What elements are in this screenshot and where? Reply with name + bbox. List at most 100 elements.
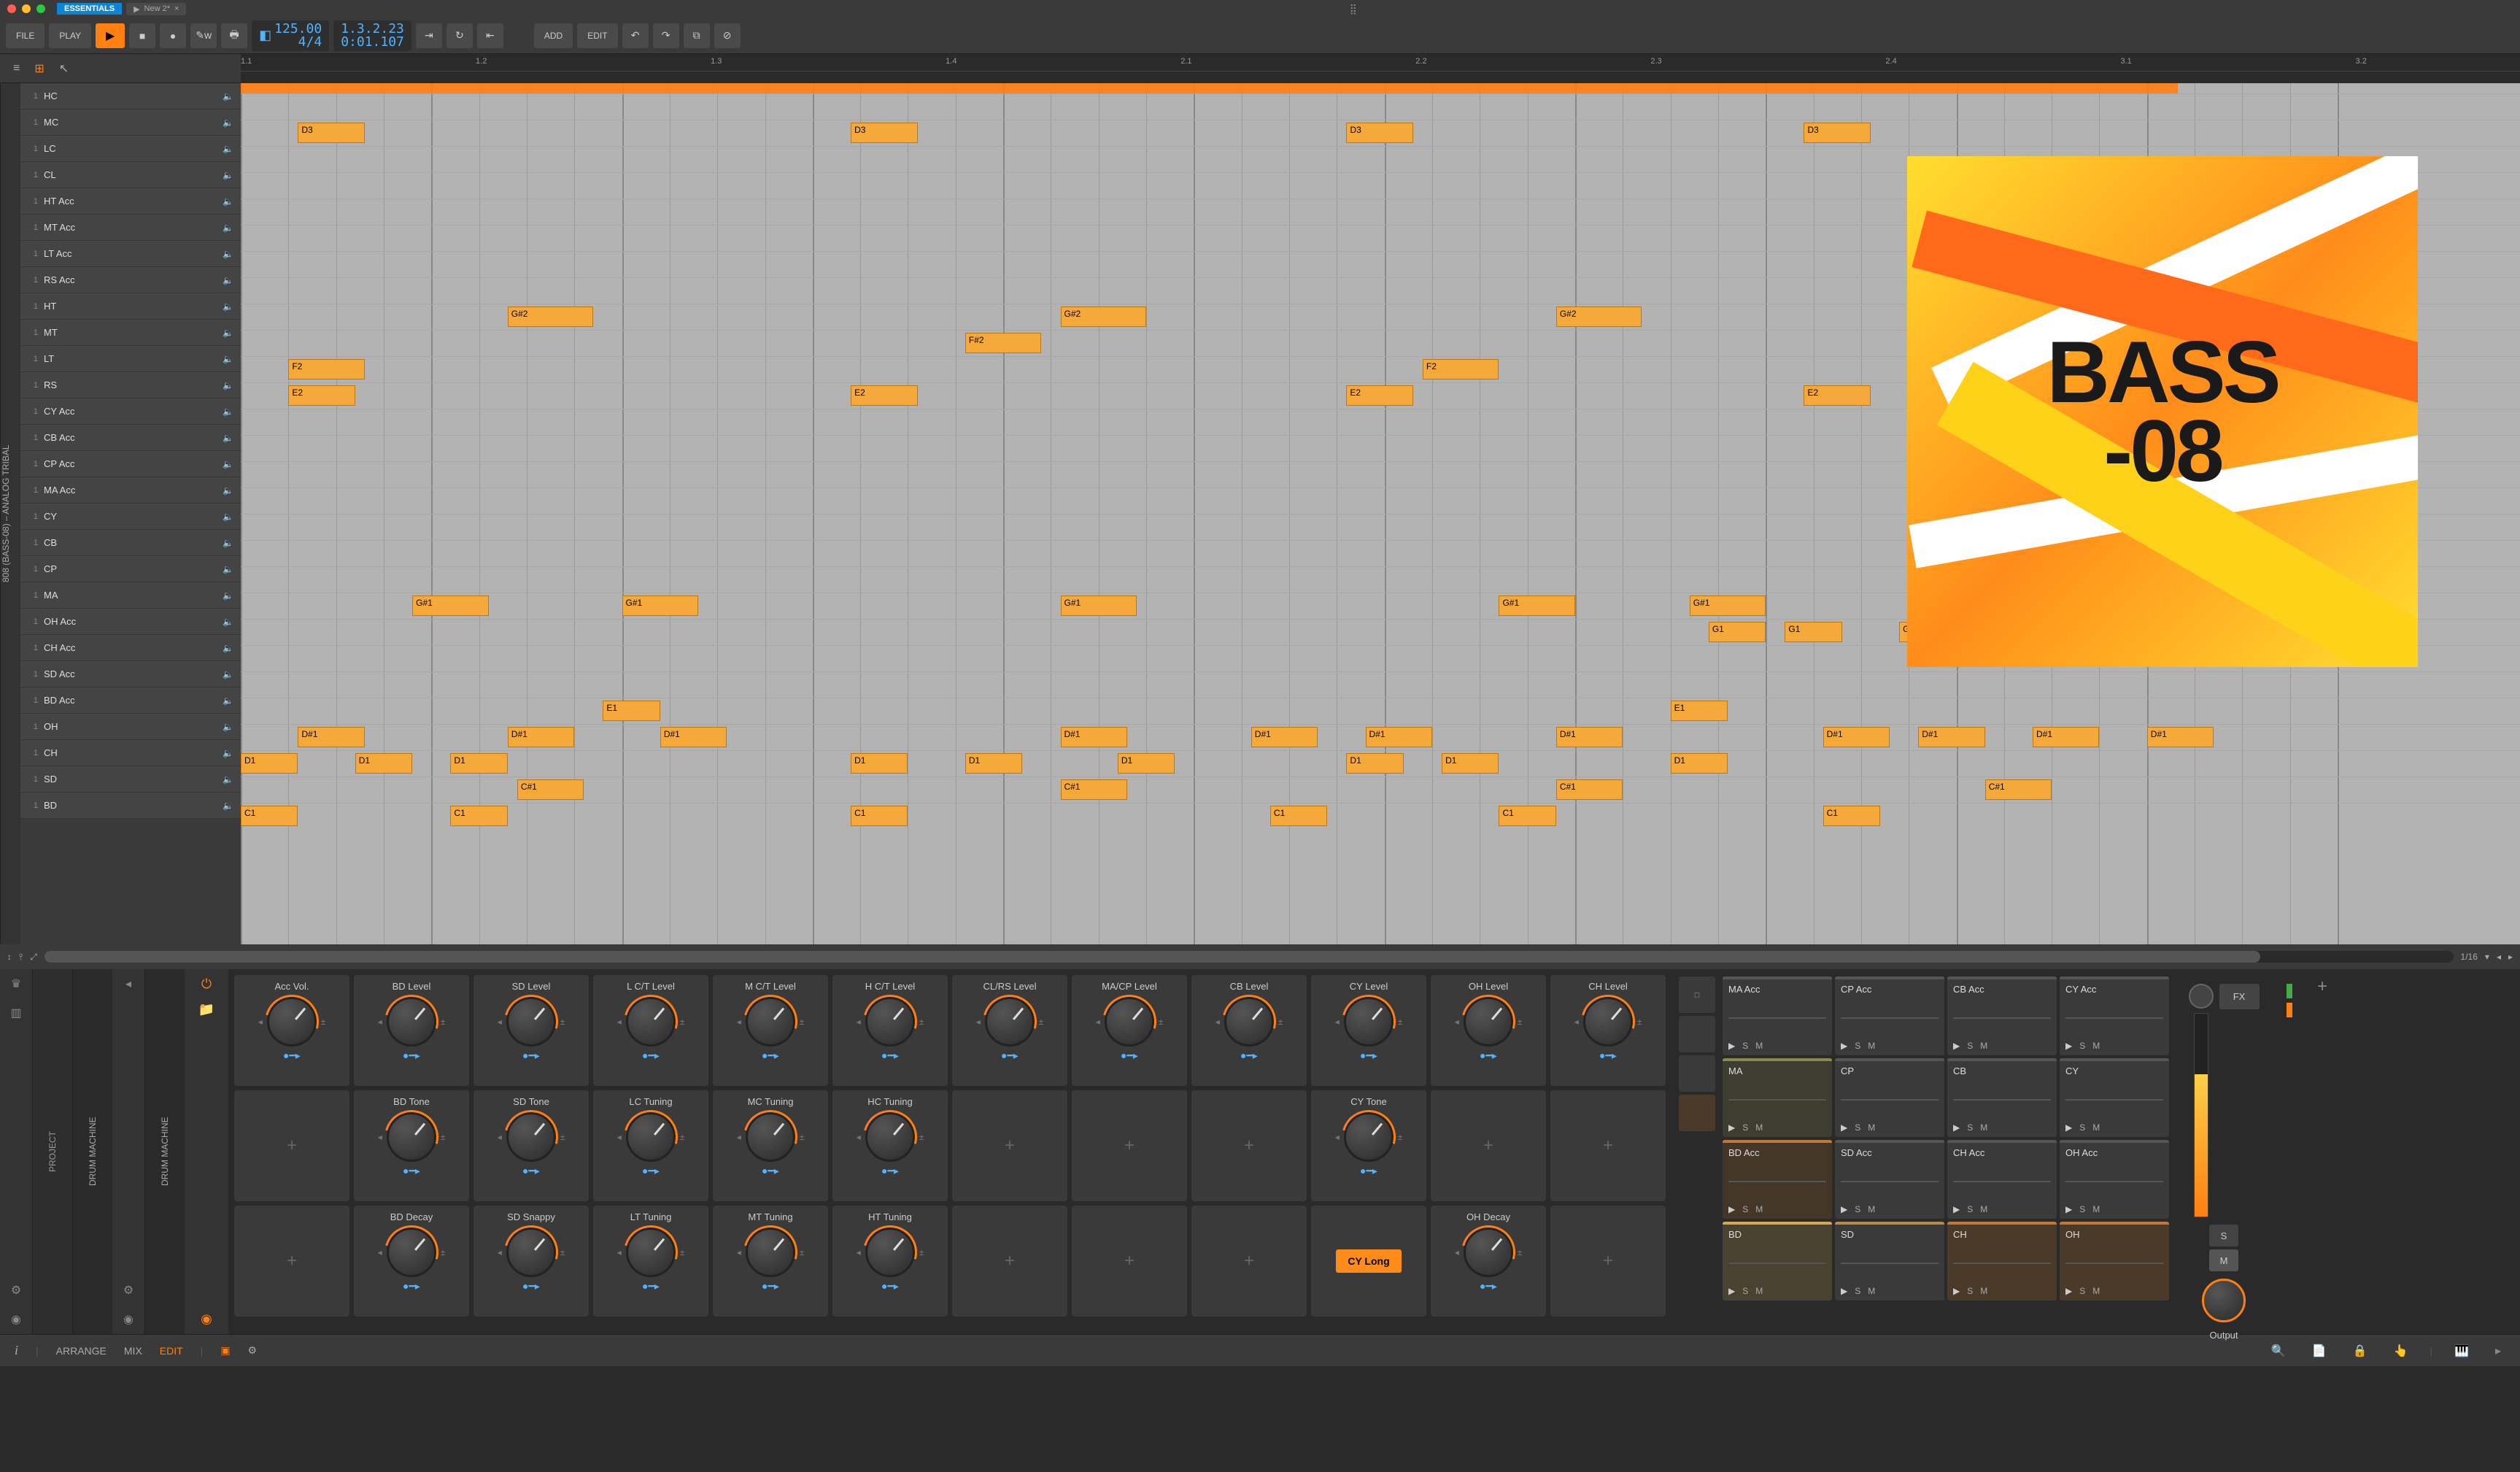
- midi-note[interactable]: C#1: [1556, 779, 1623, 800]
- drum-pad[interactable]: CP ▶ S M: [1835, 1058, 1944, 1137]
- midi-note[interactable]: F2: [288, 359, 365, 379]
- midi-note[interactable]: D1: [241, 753, 298, 774]
- track-row[interactable]: 1MC🔈: [20, 109, 241, 136]
- speaker-icon[interactable]: 🔈: [223, 249, 233, 259]
- knob-cell[interactable]: SD Level ◂ ± ●━▸: [474, 975, 589, 1086]
- pad-page-1[interactable]: ◻: [1679, 976, 1715, 1013]
- modulation-indicator[interactable]: ●━▸: [1480, 1280, 1497, 1292]
- pad-play-icon[interactable]: ▶: [2065, 1122, 2072, 1133]
- midi-note[interactable]: D#1: [1823, 727, 1890, 747]
- midi-note[interactable]: G1: [1785, 622, 1841, 642]
- track-row[interactable]: 1CY Acc🔈: [20, 398, 241, 425]
- track-row[interactable]: 1LT Acc🔈: [20, 241, 241, 267]
- knob[interactable]: [267, 997, 317, 1047]
- knob-cell[interactable]: MC Tuning ◂ ± ●━▸: [713, 1090, 828, 1201]
- add-modulator-slot[interactable]: +: [1191, 1206, 1307, 1317]
- knob[interactable]: [387, 997, 436, 1047]
- midi-note[interactable]: D#1: [1366, 727, 1432, 747]
- pad-mute[interactable]: M: [1980, 1122, 1987, 1133]
- modulation-indicator[interactable]: ●━▸: [762, 1049, 779, 1062]
- track-row[interactable]: 1MT🔈: [20, 320, 241, 346]
- pad-solo[interactable]: S: [1742, 1041, 1748, 1051]
- pad-play-icon[interactable]: ▶: [2065, 1041, 2072, 1051]
- knob-cell[interactable]: SD Tone ◂ ± ●━▸: [474, 1090, 589, 1201]
- midi-note[interactable]: G#1: [1690, 596, 1766, 616]
- speaker-icon[interactable]: 🔈: [223, 406, 233, 417]
- midi-note[interactable]: F#2: [965, 333, 1042, 353]
- speaker-icon[interactable]: 🔈: [223, 170, 233, 180]
- knob-plus[interactable]: ±: [680, 1017, 685, 1027]
- midi-note[interactable]: G#1: [412, 596, 489, 616]
- pad-solo[interactable]: S: [1855, 1286, 1860, 1296]
- knob-cell[interactable]: CL/RS Level ◂ ± ●━▸: [952, 975, 1067, 1086]
- pad-solo[interactable]: S: [1742, 1204, 1748, 1214]
- add-modulator-slot[interactable]: +: [1431, 1090, 1546, 1201]
- add-modulator-slot[interactable]: +: [1072, 1090, 1187, 1201]
- speaker-icon[interactable]: 🔈: [223, 328, 233, 338]
- tempo-value[interactable]: 125.00: [274, 23, 322, 36]
- track-row[interactable]: 1BD Acc🔈: [20, 687, 241, 714]
- knob[interactable]: [865, 1228, 915, 1277]
- delete-button[interactable]: ⊘: [714, 23, 741, 48]
- knob-cell[interactable]: CY Tone ◂ ± ●━▸: [1311, 1090, 1426, 1201]
- midi-note[interactable]: D3: [1346, 123, 1412, 143]
- settings-icon[interactable]: ⚙: [11, 1283, 21, 1298]
- knob[interactable]: [387, 1112, 436, 1162]
- loop-icon[interactable]: ↻: [447, 23, 473, 48]
- knob-cell[interactable]: MA/CP Level ◂ ± ●━▸: [1072, 975, 1187, 1086]
- midi-note[interactable]: E2: [288, 385, 355, 406]
- position-display[interactable]: 1.3.2.23 0:01.107: [333, 20, 411, 51]
- pad-play-icon[interactable]: ▶: [1728, 1204, 1735, 1214]
- midi-note[interactable]: G#2: [1061, 307, 1147, 327]
- knob-minus[interactable]: ◂: [378, 1247, 382, 1257]
- folder-icon[interactable]: 📁: [198, 1002, 214, 1017]
- knob-minus[interactable]: ◂: [1455, 1017, 1459, 1027]
- knob-minus[interactable]: ◂: [737, 1247, 741, 1257]
- knob-minus[interactable]: ◂: [1215, 1017, 1220, 1027]
- knob-cell[interactable]: HT Tuning ◂ ± ●━▸: [832, 1206, 948, 1317]
- midi-note[interactable]: E2: [1346, 385, 1412, 406]
- track-row[interactable]: 1CY🔈: [20, 504, 241, 530]
- track-row[interactable]: 1CP Acc🔈: [20, 451, 241, 477]
- add-modulator-slot[interactable]: +: [1550, 1090, 1666, 1201]
- knob[interactable]: [1224, 997, 1274, 1047]
- pad-play-icon[interactable]: ▶: [1728, 1286, 1735, 1296]
- speaker-icon[interactable]: 🔈: [223, 91, 233, 101]
- midi-note[interactable]: E2: [1804, 385, 1870, 406]
- midi-note[interactable]: D1: [1442, 753, 1499, 774]
- knob[interactable]: [1344, 997, 1394, 1047]
- pad-play-icon[interactable]: ▶: [2065, 1204, 2072, 1214]
- knob-plus[interactable]: ±: [560, 1247, 565, 1257]
- track-row[interactable]: 1HT🔈: [20, 293, 241, 320]
- midi-note[interactable]: D1: [450, 753, 507, 774]
- speaker-icon[interactable]: 🔈: [223, 459, 233, 469]
- drum-pad[interactable]: CH Acc ▶ S M: [1947, 1140, 2057, 1219]
- knob-minus[interactable]: ◂: [378, 1132, 382, 1142]
- knob-plus[interactable]: ±: [800, 1017, 805, 1027]
- overdub-button[interactable]: 🖶: [221, 23, 247, 48]
- pad-mute[interactable]: M: [2092, 1041, 2100, 1051]
- modulation-indicator[interactable]: ●━▸: [522, 1280, 540, 1292]
- midi-note[interactable]: D#1: [1918, 727, 1984, 747]
- knob-plus[interactable]: ±: [1518, 1247, 1523, 1257]
- pad-mute[interactable]: M: [1755, 1041, 1763, 1051]
- output-knob[interactable]: [2202, 1279, 2246, 1322]
- drum-pad[interactable]: CB Acc ▶ S M: [1947, 976, 2057, 1055]
- midi-note[interactable]: D#1: [508, 727, 574, 747]
- midi-note[interactable]: D#1: [298, 727, 364, 747]
- drum-pad[interactable]: BD ▶ S M: [1723, 1222, 1832, 1300]
- track-row[interactable]: 1CL🔈: [20, 162, 241, 188]
- knob-plus[interactable]: ±: [441, 1017, 446, 1027]
- pad-solo[interactable]: S: [1967, 1041, 1973, 1051]
- automation-write-button[interactable]: ✎ᴡ: [190, 23, 217, 48]
- zoom-menu-icon[interactable]: ▾: [2485, 952, 2489, 962]
- track-row[interactable]: 1LT🔈: [20, 346, 241, 372]
- knob-cell[interactable]: BD Tone ◂ ± ●━▸: [354, 1090, 469, 1201]
- pad-page-2[interactable]: [1679, 1016, 1715, 1052]
- knob-cell[interactable]: LC Tuning ◂ ± ●━▸: [593, 1090, 708, 1201]
- knob-minus[interactable]: ◂: [1574, 1017, 1579, 1027]
- speaker-icon[interactable]: 🔈: [223, 669, 233, 679]
- knob-minus[interactable]: ◂: [737, 1017, 741, 1027]
- midi-note[interactable]: C1: [1823, 806, 1880, 826]
- pad-play-icon[interactable]: ▶: [1841, 1204, 1847, 1214]
